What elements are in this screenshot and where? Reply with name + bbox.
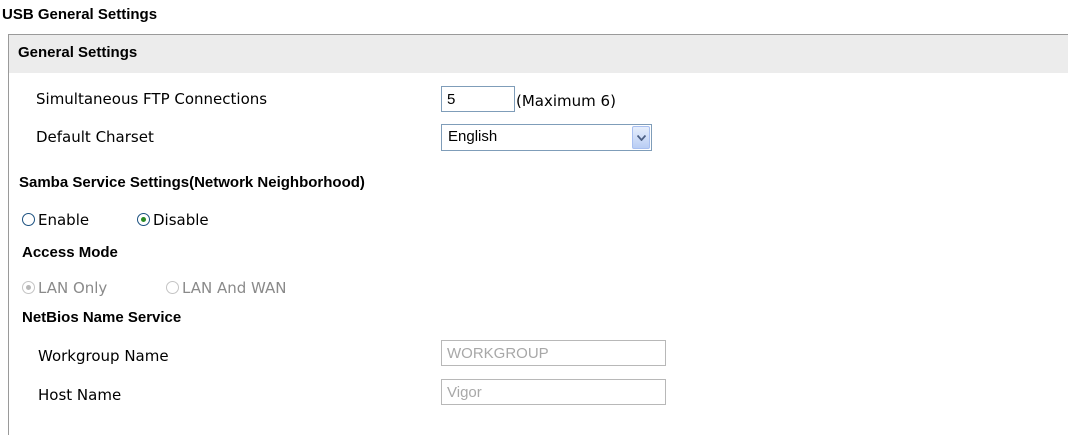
ftp-connections-input[interactable]	[441, 86, 515, 112]
chevron-down-icon	[637, 135, 646, 141]
samba-enable-label[interactable]: Enable	[38, 211, 89, 229]
general-settings-title: General Settings	[18, 44, 138, 61]
lan-and-wan-radio[interactable]	[166, 281, 179, 294]
host-name-input[interactable]	[441, 379, 666, 405]
samba-disable-label[interactable]: Disable	[153, 211, 209, 229]
samba-settings-title: Samba Service Settings(Network Neighborh…	[19, 174, 365, 191]
charset-select[interactable]: English	[441, 124, 652, 151]
page-title: USB General Settings	[2, 6, 158, 23]
charset-selected-value: English	[448, 128, 498, 145]
host-name-label: Host Name	[38, 386, 122, 404]
lan-only-radio[interactable]	[22, 281, 35, 294]
lan-and-wan-label[interactable]: LAN And WAN	[182, 279, 287, 297]
general-settings-header	[9, 35, 1068, 73]
workgroup-name-label: Workgroup Name	[38, 347, 169, 365]
default-charset-label: Default Charset	[36, 128, 154, 146]
workgroup-name-input[interactable]	[441, 340, 666, 366]
ftp-connections-label: Simultaneous FTP Connections	[36, 90, 268, 108]
netbios-title: NetBios Name Service	[22, 309, 182, 326]
dropdown-arrow-button[interactable]	[632, 126, 650, 149]
access-mode-title: Access Mode	[22, 244, 118, 261]
ftp-max-hint: (Maximum 6)	[516, 92, 616, 110]
lan-only-label[interactable]: LAN Only	[38, 279, 107, 297]
samba-enable-radio[interactable]	[22, 213, 35, 226]
samba-disable-radio[interactable]	[137, 213, 150, 226]
